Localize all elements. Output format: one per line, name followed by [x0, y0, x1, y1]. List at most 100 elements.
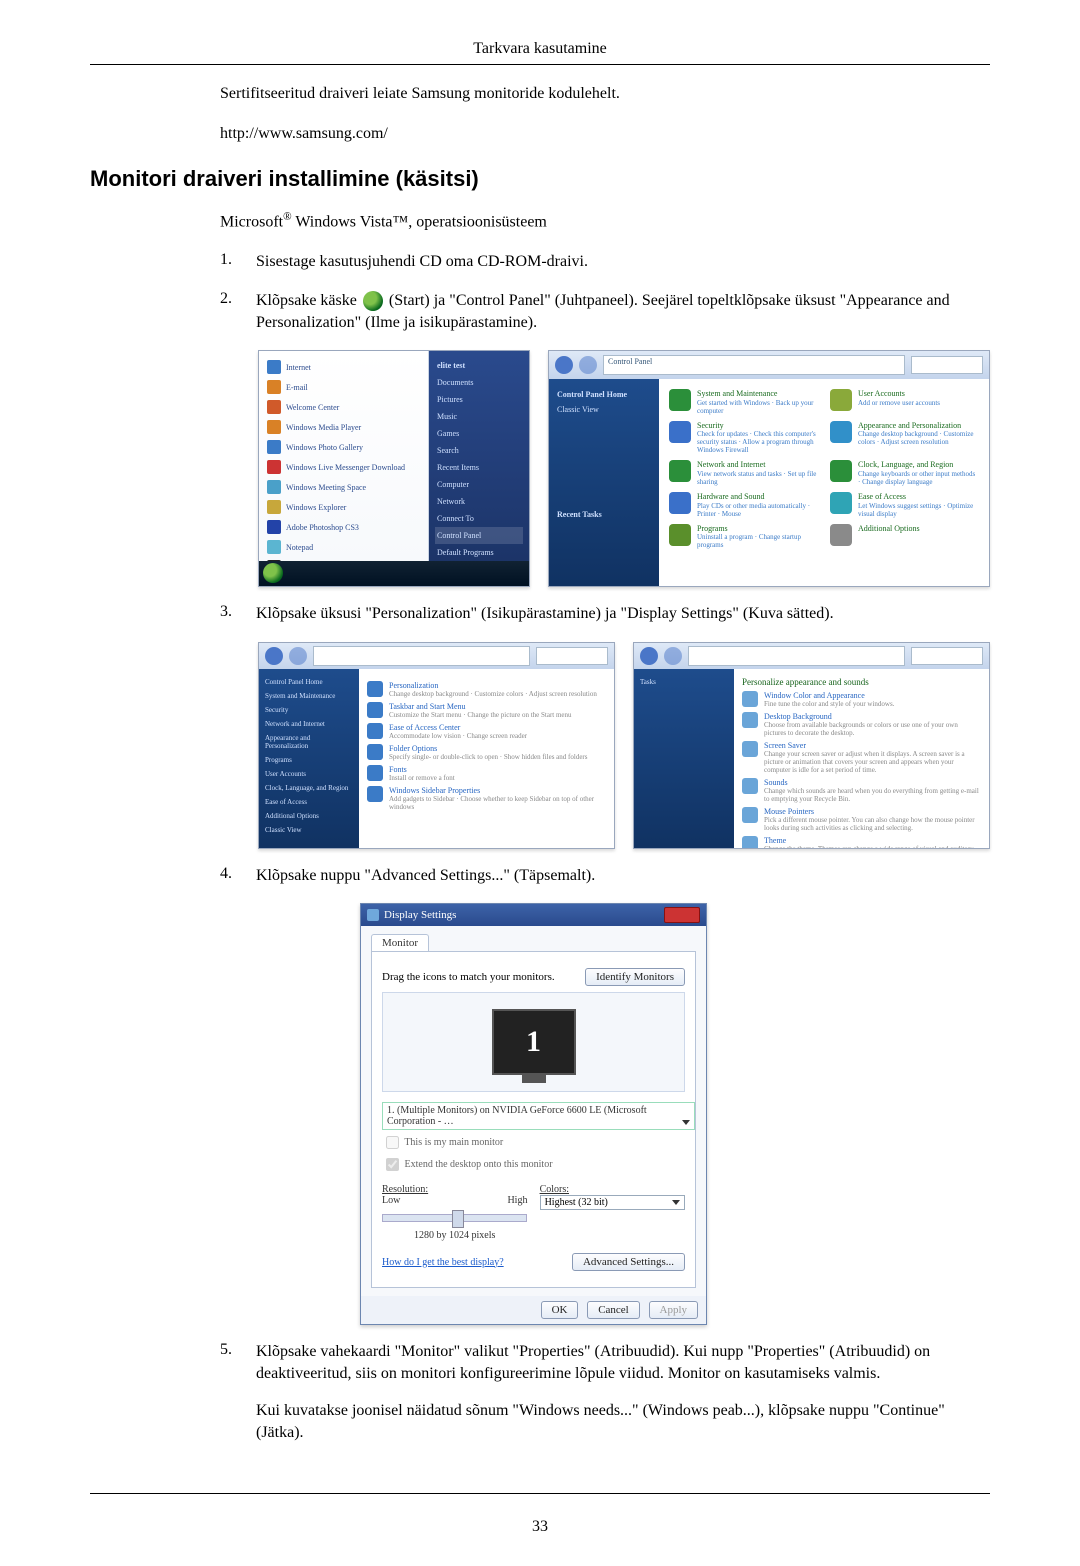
back-icon [640, 647, 658, 665]
sm-item: Welcome Center [286, 403, 339, 412]
reg-symbol: ® [283, 211, 292, 223]
wp-item-label: Fonts [389, 765, 455, 774]
wp-item: Personalization Change desktop backgroun… [367, 681, 606, 698]
chevron-down-icon [672, 1200, 680, 1205]
screenshot-row-1: Internet E-mail Welcome Center Windows M… [258, 350, 990, 587]
sm-item: Adobe Photoshop CS3 [286, 523, 359, 532]
forward-icon [579, 356, 597, 374]
cp-category-icon [669, 389, 691, 411]
res-low: Low [382, 1195, 400, 1206]
wp-item: Mouse Pointers Pick a different mouse po… [742, 807, 981, 832]
cp-category-sub: Let Windows suggest settings · Optimize … [858, 502, 979, 518]
sm-item: Windows Media Player [286, 423, 361, 432]
cp-category-icon [669, 421, 691, 443]
sm-item: Windows Photo Gallery [286, 443, 363, 452]
cp-category-sub: Uninstall a program · Change startup pro… [697, 533, 818, 549]
tm-symbol: ™ [393, 214, 409, 231]
step-2-num: 2. [220, 290, 256, 308]
cp-category-title: Hardware and Sound [697, 492, 818, 502]
help-link[interactable]: How do I get the best display? [382, 1257, 504, 1268]
wp-side-item: Ease of Access [265, 795, 353, 809]
cp-side-title: Control Panel Home [557, 387, 651, 402]
wp-item-icon [367, 723, 383, 739]
step-1-num: 1. [220, 251, 256, 269]
cp-category: Security Check for updates · Check this … [669, 421, 818, 455]
ds-drag-label: Drag the icons to match your monitors. [382, 971, 555, 983]
cp-category-sub: Check for updates · Check this computer'… [697, 430, 818, 454]
cp-category-sub: Change desktop background · Customize co… [858, 430, 979, 446]
wp-item: Folder Options Specify single- or double… [367, 744, 606, 761]
colors-select[interactable]: Highest (32 bit) [540, 1195, 685, 1210]
cp-side-item: Classic View [557, 402, 651, 417]
wp-item-desc: Change your screen saver or adjust when … [764, 750, 981, 774]
start-menu-screenshot: Internet E-mail Welcome Center Windows M… [258, 350, 530, 587]
identify-monitors-button[interactable]: Identify Monitors [585, 968, 685, 986]
wp-item-icon [367, 786, 383, 802]
cp-category-sub: Change keyboards or other input methods … [858, 470, 979, 486]
chk-main-label: This is my main monitor [404, 1137, 503, 1148]
cp-category-title: Clock, Language, and Region [858, 460, 979, 470]
cp-category-icon [830, 492, 852, 514]
wp-item-label: Sounds [764, 778, 981, 787]
os-prefix: Microsoft [220, 214, 283, 231]
cp-category-title: System and Maintenance [697, 389, 818, 399]
ok-button[interactable]: OK [541, 1301, 579, 1319]
resolution-slider[interactable] [382, 1214, 527, 1222]
page-header: Tarkvara kasutamine [90, 40, 990, 58]
wp-side-item: Appearance and Personalization [265, 731, 353, 753]
monitor-device-select[interactable]: 1. (Multiple Monitors) on NVIDIA GeForce… [382, 1102, 695, 1130]
address-bar: Control Panel [603, 355, 905, 375]
cp-category-icon [830, 389, 852, 411]
wp-item-label: Screen Saver [764, 741, 981, 750]
wp-item-label: Taskbar and Start Menu [389, 702, 572, 711]
ds-tab-monitor[interactable]: Monitor [371, 934, 429, 951]
wp-item-desc: Install or remove a font [389, 774, 455, 782]
slider-thumb[interactable] [452, 1210, 464, 1228]
wp-item-desc: Specify single- or double-click to open … [389, 753, 587, 761]
tasks-label: Tasks [640, 675, 728, 689]
sm-right: Default Programs [435, 544, 523, 561]
wp-item: Sounds Change which sounds are heard whe… [742, 778, 981, 803]
cp-category-sub: Play CDs or other media automatically · … [697, 502, 818, 518]
cp-category-title: Appearance and Personalization [858, 421, 979, 431]
wp-item-icon [742, 741, 758, 757]
wp-item-icon [367, 744, 383, 760]
os-suffix: , operatsioonisüsteem [408, 214, 547, 231]
close-icon[interactable] [664, 907, 700, 923]
chk-extend-desktop[interactable]: Extend the desktop onto this monitor [382, 1155, 685, 1174]
cp-category-title: Programs [697, 524, 818, 534]
address-bar [313, 646, 530, 666]
wp-item-icon [742, 712, 758, 728]
chk-main-monitor[interactable]: This is my main monitor [382, 1133, 685, 1152]
step-3-text: Klõpsake üksusi "Personalization" (Isiku… [256, 603, 990, 625]
wp-item-label: Personalization [389, 681, 597, 690]
cancel-button[interactable]: Cancel [587, 1301, 640, 1319]
cp-category-sub: Add or remove user accounts [858, 399, 940, 407]
sm-right: elite test [435, 357, 523, 374]
wp-item-icon [742, 778, 758, 794]
wp-item: Theme Change the theme. Themes can chang… [742, 836, 981, 849]
monitor-number: 1 [526, 1025, 541, 1059]
search-box [911, 647, 983, 665]
wp-item-label: Window Color and Appearance [764, 691, 894, 700]
step-2-pre: Klõpsake käske [256, 292, 361, 309]
cp-category: System and Maintenance Get started with … [669, 389, 818, 415]
sm-right: Network [435, 493, 523, 510]
apply-button[interactable]: Apply [649, 1301, 699, 1319]
wp-side-item: Additional Options [265, 809, 353, 823]
sm-right-control-panel: Control Panel [435, 527, 523, 544]
cp-category: Ease of Access Let Windows suggest setti… [830, 492, 979, 518]
advanced-settings-button[interactable]: Advanced Settings... [572, 1253, 685, 1271]
step-2: 2. Klõpsake käske (Start) ja "Control Pa… [220, 290, 990, 335]
step-5-p1: Klõpsake vahekaardi "Monitor" valikut "P… [256, 1341, 990, 1386]
cp-category-sub: View network status and tasks · Set up f… [697, 470, 818, 486]
back-icon [555, 356, 573, 374]
wp-item-desc: Fine tune the color and style of your wi… [764, 700, 894, 708]
samsung-url: http://www.samsung.com/ [220, 123, 990, 145]
address-bar [688, 646, 905, 666]
wp-item-label: Mouse Pointers [764, 807, 981, 816]
cp-category: Additional Options [830, 524, 979, 550]
footer-rule [90, 1493, 990, 1494]
sm-right: Pictures [435, 391, 523, 408]
step-5-num: 5. [220, 1341, 256, 1359]
